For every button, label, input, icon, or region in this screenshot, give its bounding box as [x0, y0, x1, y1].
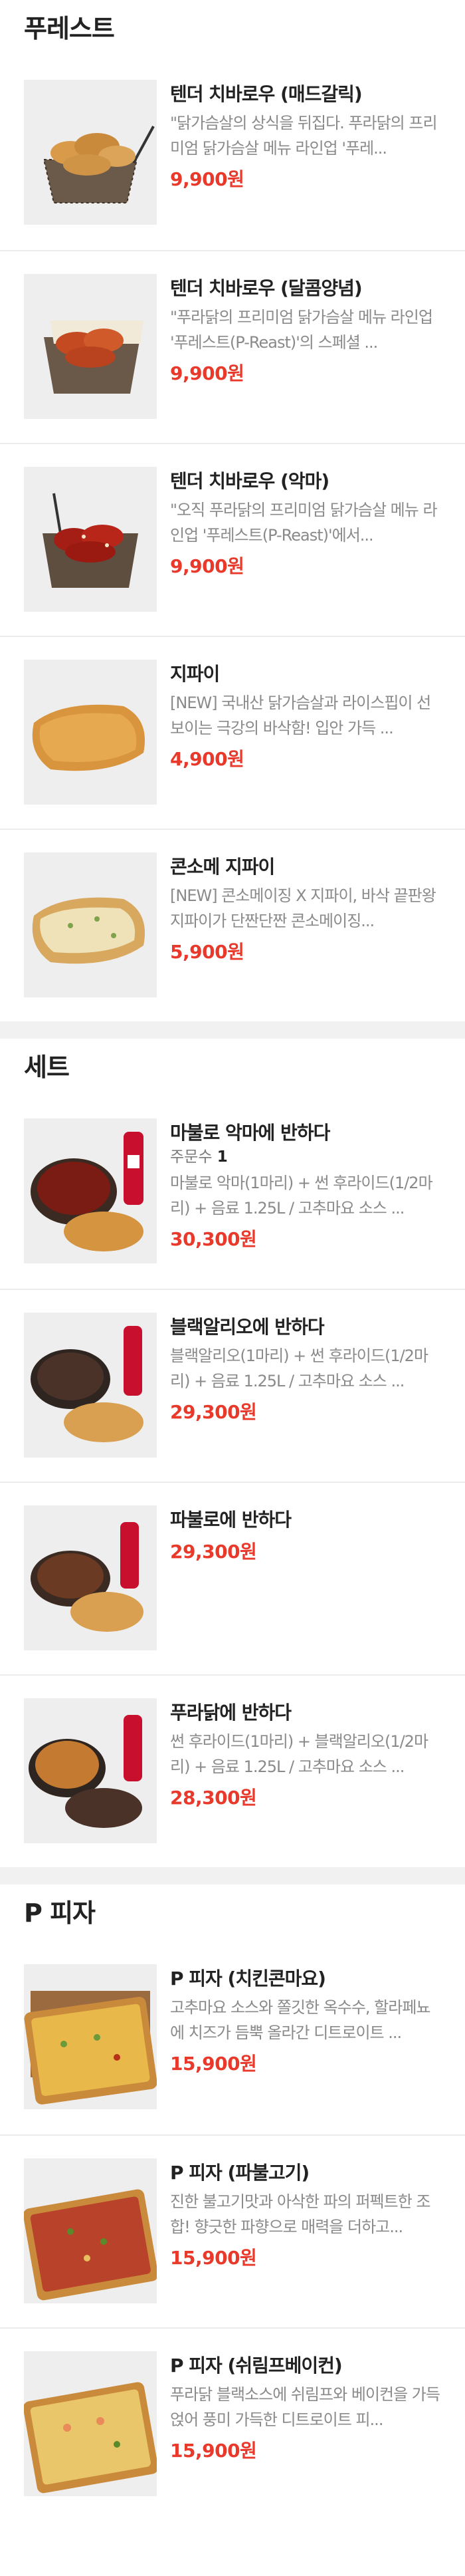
menu-item-name: P 피자 (치킨콘마요): [170, 1968, 326, 1990]
menu-item-price: 5,900원: [170, 941, 244, 963]
menu-item-image: [24, 1698, 157, 1843]
menu-item[interactable]: 지파이 [NEW] 국내산 닭가슴살과 라이스핍이 선보이는 극강의 바삭함! …: [0, 636, 465, 829]
menu-item[interactable]: 텐더 치바로우 (악마) "오직 푸라닭의 프리미엄 닭가슴살 메뉴 라인업 '…: [0, 443, 465, 636]
section-title: P 피자: [24, 1898, 96, 1928]
menu-section-set: 세트 마불로 악마에 반하다 주문수 1 마불로 악마(1마리) + 썬 후라이…: [0, 1039, 465, 1867]
menu-item-image: [24, 80, 157, 225]
menu-item-name: 푸라닭에 반하다: [170, 1702, 292, 1724]
order-count-label: 주문수: [170, 1148, 213, 1166]
section-divider: [0, 1021, 465, 1039]
menu-item-name: 텐더 치바로우 (악마): [170, 470, 329, 492]
section-title: 푸레스트: [24, 14, 115, 43]
menu-item-name: 텐더 치바로우 (달콤양념): [170, 277, 363, 299]
menu-item-image: [24, 1313, 157, 1458]
menu-item-price: 15,900원: [170, 2440, 257, 2462]
menu-item-description: 진한 불고기맛과 아삭한 파의 퍼펙트한 조합! 향긋한 파향으로 매력을 더하…: [170, 2192, 431, 2236]
menu-item-description: [NEW] 국내산 닭가슴살과 라이스핍이 선보이는 극강의 바삭함! 입안 가…: [170, 694, 431, 737]
menu-item-image: [24, 1118, 157, 1263]
menu-item-image: [24, 2158, 157, 2303]
menu-item-price: 29,300원: [170, 1541, 257, 1563]
menu-item[interactable]: 파불로에 반하다 29,300원: [0, 1481, 465, 1674]
menu-item-image: [24, 2351, 157, 2496]
menu-item-image: [24, 852, 157, 997]
menu-item-price: 29,300원: [170, 1401, 257, 1423]
menu-item[interactable]: 콘소메 지파이 [NEW] 콘소메이징 X 지파이, 바삭 끝판왕 지파이가 단…: [0, 829, 465, 1021]
menu-item[interactable]: 마불로 악마에 반하다 주문수 1 마불로 악마(1마리) + 썬 후라이드(1…: [0, 1096, 465, 1289]
menu-item-image: [24, 467, 157, 612]
menu-item-name: 마불로 악마에 반하다: [170, 1122, 330, 1144]
menu-section-p-pizza: P 피자 P 피자 (치킨콘마요) 고추마요 소스와 쫄깃한 옥수수, 할라페뇨…: [0, 1884, 465, 2520]
menu-item-image: [24, 274, 157, 419]
menu-item[interactable]: 텐더 치바로우 (달콤양념) "푸라닭의 프리미엄 닭가슴살 메뉴 라인업 '푸…: [0, 250, 465, 443]
menu-item[interactable]: 푸라닭에 반하다 썬 후라이드(1마리) + 블랙알리오(1/2마리) + 음료…: [0, 1674, 465, 1867]
menu-item-description: 고추마요 소스와 쫄깃한 옥수수, 할라페뇨에 치즈가 듬뿍 올라간 디트로이트…: [170, 1998, 431, 2042]
menu-item-image: [24, 660, 157, 805]
menu-item[interactable]: 블랙알리오에 반하다 블랙알리오(1마리) + 썬 후라이드(1/2마리) + …: [0, 1289, 465, 1481]
section-title: 세트: [24, 1053, 70, 1082]
menu-item-description: "닭가슴살의 상식을 뒤집다. 푸라닭의 프리미엄 닭가슴살 메뉴 라인업 '푸…: [170, 114, 438, 158]
menu-item-name: P 피자 (파불고기): [170, 2162, 310, 2184]
menu-item[interactable]: P 피자 (치킨콘마요) 고추마요 소스와 쫄깃한 옥수수, 할라페뇨에 치즈가…: [0, 1942, 465, 2134]
order-count: 주문수 1: [170, 1146, 442, 1168]
menu-item-name: P 피자 (쉬림프베이컨): [170, 2355, 343, 2377]
menu-item-price: 28,300원: [170, 1787, 257, 1809]
menu-item-price: 9,900원: [170, 168, 244, 190]
order-count-value: 1: [217, 1148, 228, 1166]
menu-item-price: 30,300원: [170, 1228, 257, 1250]
menu-item-description: [NEW] 콘소메이징 X 지파이, 바삭 끝판왕 지파이가 단짠단짠 콘소메이…: [170, 886, 436, 930]
menu-item-name: 파불로에 반하다: [170, 1509, 292, 1531]
menu-item-name: 블랙알리오에 반하다: [170, 1316, 325, 1338]
menu-item-price: 15,900원: [170, 2053, 257, 2075]
menu-item[interactable]: P 피자 (파불고기) 진한 불고기맛과 아삭한 파의 퍼펙트한 조합! 향긋한…: [0, 2134, 465, 2327]
menu-section-puresta: 푸레스트 텐더 치바로우 (매드갈릭) "닭가슴살의 상식을 뒤집다. 푸라닭의…: [0, 0, 465, 1021]
menu-item-price: 9,900원: [170, 362, 244, 384]
menu-item-image: [24, 1505, 157, 1650]
menu-item[interactable]: P 피자 (쉬림프베이컨) 푸라닭 블랙소스에 쉬림프와 베이컨을 가득 얹어 …: [0, 2327, 465, 2520]
menu-item-description: "푸라닭의 프리미엄 닭가슴살 메뉴 라인업 '푸레스트(P-Reast)'의 …: [170, 308, 433, 352]
menu-item-price: 15,900원: [170, 2247, 257, 2269]
menu-item-description: 푸라닭 블랙소스에 쉬림프와 베이컨을 가득 얹어 풍미 가득한 디트로이트 피…: [170, 2385, 440, 2429]
menu-item-description: "오직 푸라닭의 프리미엄 닭가슴살 메뉴 라인업 '푸레스트(P-Reast)…: [170, 501, 438, 545]
menu-item-description: 블랙알리오(1마리) + 썬 후라이드(1/2마리) + 음료 1.25L / …: [170, 1347, 428, 1390]
section-divider: [0, 1867, 465, 1884]
menu-item-price: 4,900원: [170, 748, 244, 770]
menu-item-image: [24, 1964, 157, 2109]
menu-item-name: 지파이: [170, 663, 220, 685]
menu-item-description: 썬 후라이드(1마리) + 블랙알리오(1/2마리) + 음료 1.25L / …: [170, 1732, 428, 1776]
menu-item-name: 콘소메 지파이: [170, 856, 275, 878]
menu-item-description: 마불로 악마(1마리) + 썬 후라이드(1/2마리) + 음료 1.25L /…: [170, 1174, 433, 1218]
menu-item[interactable]: 텐더 치바로우 (매드갈릭) "닭가슴살의 상식을 뒤집다. 푸라닭의 프리미엄…: [0, 57, 465, 250]
menu-item-price: 9,900원: [170, 555, 244, 577]
menu-item-name: 텐더 치바로우 (매드갈릭): [170, 83, 363, 105]
